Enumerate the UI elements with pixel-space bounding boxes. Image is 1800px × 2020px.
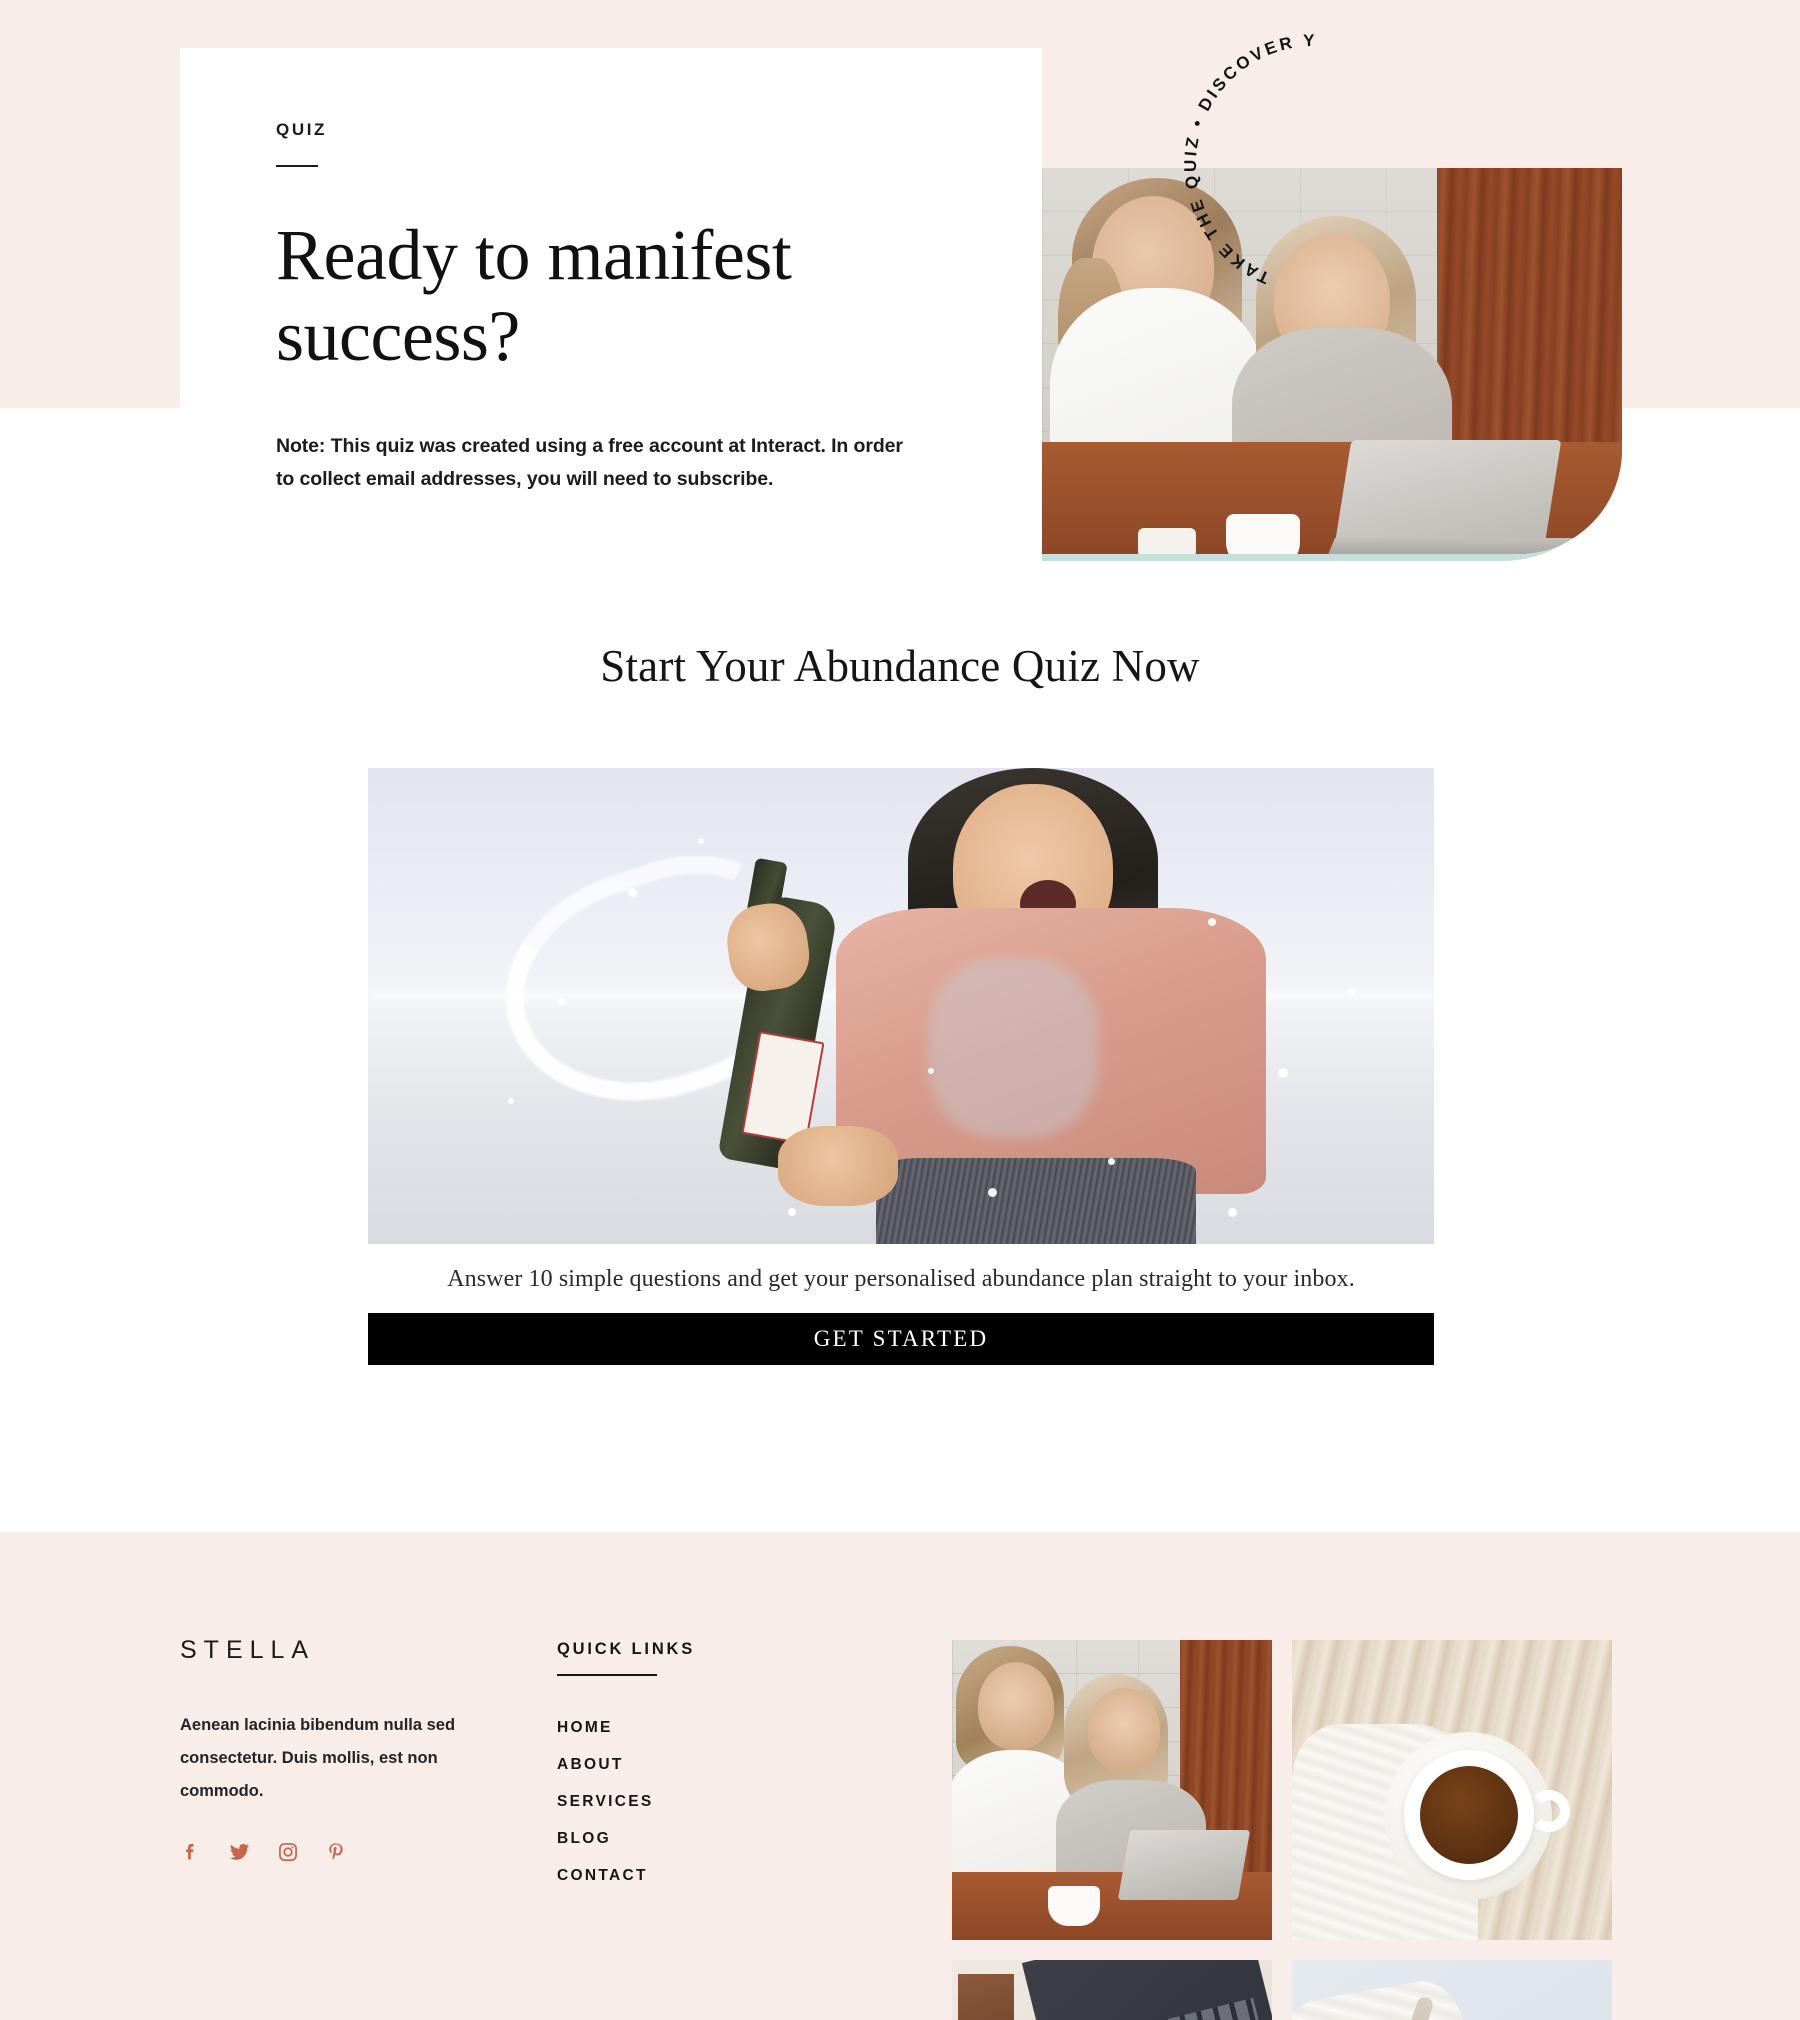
hero-eyebrow-rule (276, 165, 318, 167)
footer-description: Aenean lacinia bibendum nulla sed consec… (180, 1716, 456, 1800)
photo-coffee-cup (1226, 514, 1300, 554)
footer-image-gallery (952, 1640, 1612, 2020)
quick-links-list: HOME ABOUT SERVICES BLOG CONTACT (557, 1719, 787, 1885)
page-title: Ready to manifest success? (276, 215, 792, 376)
gallery-tile-breakfast-bowl[interactable] (1292, 1960, 1612, 2020)
list-item: BLOG (557, 1830, 787, 1848)
social-links (180, 1840, 470, 1863)
footer-link-services[interactable]: SERVICES (557, 1793, 654, 1810)
page-root: TAKE THE QUIZ • DISCOVER YOUR FREEDOM PL… (0, 0, 1800, 2020)
gallery-tile-coffee-blanket[interactable] (1292, 1640, 1612, 1940)
quiz-photo-droplets (368, 768, 1434, 1244)
quick-links-title: QUICK LINKS (557, 1640, 696, 1658)
quiz-heading: Start Your Abundance Quiz Now (600, 641, 1200, 691)
list-item: SERVICES (557, 1793, 787, 1811)
list-item: CONTACT (557, 1867, 787, 1885)
quick-links-rule (557, 1674, 657, 1676)
quick-links-block: QUICK LINKS HOME ABOUT SERVICES BLOG CON… (557, 1640, 787, 1904)
gallery-tile-desk-keyboard[interactable] (952, 1960, 1272, 2020)
footer-link-contact[interactable]: CONTACT (557, 1867, 648, 1884)
photo-coffee-cup-secondary (1138, 528, 1196, 554)
gallery1-cup (1048, 1886, 1100, 1926)
gallery2-tea (1420, 1766, 1518, 1864)
hero-photo-women-at-laptop (1042, 168, 1622, 554)
gallery1-woman-a-face (978, 1662, 1054, 1750)
quiz-section: Start Your Abundance Quiz Now Answer 10 … (0, 640, 1800, 1365)
gallery3-wood-block (958, 1974, 1014, 2020)
instagram-icon[interactable] (277, 1841, 299, 1863)
hero-eyebrow: QUIZ (276, 120, 328, 139)
gallery1-laptop (1117, 1830, 1251, 1900)
facebook-icon[interactable] (180, 1841, 202, 1863)
hero-copy-block: QUIZ Ready to manifest success? Note: Th… (276, 120, 976, 496)
get-started-button[interactable]: GET STARTED (368, 1313, 1434, 1365)
site-footer: STELLA Aenean lacinia bibendum nulla sed… (0, 1532, 1800, 2020)
hero-note-text: Note: This quiz was created using a free… (276, 435, 903, 490)
quiz-photo-champagne-celebration (368, 768, 1434, 1244)
quiz-subtext: Answer 10 simple questions and get your … (447, 1266, 1355, 1292)
twitter-icon[interactable] (228, 1840, 251, 1863)
footer-brand-block: STELLA Aenean lacinia bibendum nulla sed… (180, 1636, 470, 1863)
gallery2-cup-handle (1528, 1790, 1570, 1832)
list-item: ABOUT (557, 1756, 787, 1774)
photo-laptop-screen (1332, 440, 1562, 554)
gallery-tile-women-at-laptop[interactable] (952, 1640, 1272, 1940)
footer-link-about[interactable]: ABOUT (557, 1756, 624, 1773)
footer-logo: STELLA (180, 1636, 316, 1664)
gallery1-woman-b-face (1088, 1688, 1160, 1772)
quiz-card: Answer 10 simple questions and get your … (368, 768, 1434, 1365)
footer-link-blog[interactable]: BLOG (557, 1830, 611, 1847)
list-item: HOME (557, 1719, 787, 1737)
footer-link-home[interactable]: HOME (557, 1719, 613, 1736)
photo-laptop-keyboard (1321, 538, 1585, 554)
pinterest-icon[interactable] (325, 1841, 347, 1863)
